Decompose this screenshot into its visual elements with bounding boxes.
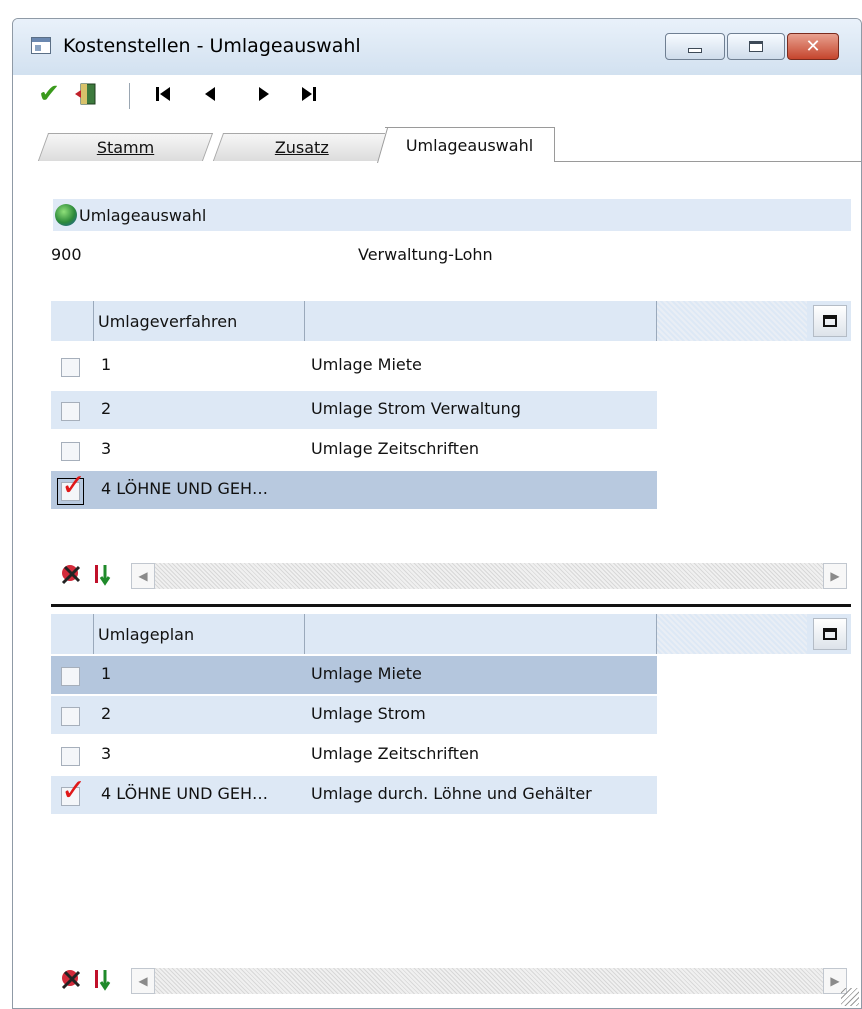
scroll-right-button[interactable]: ▶ bbox=[823, 563, 847, 589]
row-number: 4 LÖHNE UND GEH… bbox=[101, 479, 269, 498]
table-row[interactable]: 3 Umlage Zeitschriften bbox=[51, 431, 657, 469]
column-header-name[interactable] bbox=[305, 301, 657, 341]
checkmark-icon[interactable]: ✔ bbox=[35, 79, 63, 109]
tab-strip: Stamm Zusatz Umlageauswahl bbox=[13, 127, 861, 162]
tab-baseline bbox=[555, 161, 861, 162]
row-number: 2 bbox=[101, 704, 112, 723]
section-header: Umlageauswahl bbox=[53, 199, 851, 231]
tab-umlageauswahl[interactable]: Umlageauswahl bbox=[385, 127, 555, 162]
table-row-selected[interactable]: ✓ 4 LÖHNE UND GEH… bbox=[51, 471, 657, 509]
row-number: 4 LÖHNE UND GEH… bbox=[101, 784, 269, 803]
horizontal-scrollbar-track[interactable] bbox=[155, 968, 823, 994]
globe-info-icon bbox=[55, 204, 77, 226]
last-record-icon[interactable] bbox=[293, 79, 323, 109]
grid-footer-bar: ◀ ▶ bbox=[51, 561, 851, 591]
row-checkbox[interactable] bbox=[61, 667, 80, 686]
row-checkbox[interactable]: ✓ bbox=[61, 776, 86, 806]
cost-center-name: Verwaltung-Lohn bbox=[358, 245, 493, 264]
table-row[interactable]: 1 Umlage Miete bbox=[51, 347, 657, 385]
table-row[interactable]: 3 Umlage Zeitschriften bbox=[51, 736, 657, 774]
toolbar: ✔ bbox=[13, 75, 861, 115]
close-button[interactable]: ✕ bbox=[787, 33, 839, 60]
horizontal-scrollbar-track[interactable] bbox=[155, 563, 823, 589]
column-chooser-button[interactable] bbox=[813, 618, 847, 650]
minimize-icon bbox=[688, 48, 702, 53]
maximize-button[interactable] bbox=[727, 33, 785, 60]
window-icon bbox=[823, 628, 837, 640]
red-check-icon: ✓ bbox=[61, 773, 87, 808]
panel-splitter[interactable] bbox=[51, 604, 851, 607]
row-number: 3 bbox=[101, 439, 112, 458]
row-number: 1 bbox=[101, 355, 112, 374]
row-name: Umlage Miete bbox=[311, 355, 422, 374]
sort-icon[interactable] bbox=[91, 563, 125, 589]
header-fill bbox=[657, 301, 807, 341]
umlageplan-grid: Umlageplan 1 Umlage Miete 2 Umlage Strom… bbox=[51, 614, 851, 1006]
window-title: Kostenstellen - Umlageauswahl bbox=[63, 35, 361, 57]
filter-delete-icon[interactable] bbox=[59, 563, 89, 589]
row-name: Umlage Zeitschriften bbox=[311, 439, 480, 458]
scroll-left-button[interactable]: ◀ bbox=[131, 968, 155, 994]
grid-footer-bar: ◀ ▶ bbox=[51, 966, 851, 996]
maximize-icon bbox=[749, 41, 763, 52]
minimize-button[interactable] bbox=[665, 33, 725, 60]
exit-door-icon[interactable] bbox=[69, 79, 103, 109]
row-checkbox[interactable] bbox=[61, 707, 80, 726]
cost-center-number: 900 bbox=[51, 245, 82, 264]
window-icon bbox=[823, 315, 837, 327]
row-name: Umlage Miete bbox=[311, 664, 422, 683]
tab-stamm[interactable]: Stamm bbox=[37, 133, 214, 161]
row-checkbox[interactable] bbox=[61, 402, 80, 421]
row-checkbox[interactable]: ✓ bbox=[57, 471, 86, 505]
sort-icon[interactable] bbox=[91, 968, 125, 994]
column-header-name[interactable] bbox=[305, 614, 657, 654]
row-number: 3 bbox=[101, 744, 112, 763]
tab-zusatz-label: Zusatz bbox=[274, 138, 329, 157]
grid-header: Umlageverfahren bbox=[51, 301, 851, 341]
row-name: Umlage Zeitschriften bbox=[311, 744, 480, 763]
row-name: Umlage Strom Verwaltung bbox=[311, 399, 521, 418]
next-record-icon[interactable] bbox=[251, 79, 277, 109]
section-label: Umlageauswahl bbox=[79, 205, 207, 225]
row-number: 2 bbox=[101, 399, 112, 418]
row-checkbox[interactable] bbox=[61, 747, 80, 766]
grid-body: 1 Umlage Miete 2 Umlage Strom 3 Umlage Z… bbox=[51, 654, 851, 1006]
column-header-umlageplan[interactable]: Umlageplan bbox=[93, 614, 305, 654]
scroll-left-button[interactable]: ◀ bbox=[131, 563, 155, 589]
window: Kostenstellen - Umlageauswahl ✕ ✔ Stamm bbox=[12, 18, 862, 1009]
tab-stamm-label: Stamm bbox=[96, 138, 155, 157]
row-number: 1 bbox=[101, 664, 112, 683]
close-icon: ✕ bbox=[805, 35, 821, 57]
table-row[interactable]: ✓ 4 LÖHNE UND GEH… Umlage durch. Löhne u… bbox=[51, 776, 657, 814]
resize-grip-icon[interactable] bbox=[841, 988, 859, 1006]
first-record-icon[interactable] bbox=[149, 79, 179, 109]
previous-record-icon[interactable] bbox=[197, 79, 223, 109]
table-row-selected[interactable]: 1 Umlage Miete bbox=[51, 656, 657, 694]
column-chooser-button[interactable] bbox=[813, 305, 847, 337]
row-name: Umlage Strom bbox=[311, 704, 426, 723]
row-checkbox[interactable] bbox=[61, 358, 80, 377]
toolbar-separator bbox=[129, 83, 130, 109]
tab-zusatz[interactable]: Zusatz bbox=[212, 133, 392, 161]
grid-header: Umlageplan bbox=[51, 614, 851, 654]
umlageverfahren-grid: Umlageverfahren 1 Umlage Miete 2 Umlage … bbox=[51, 301, 851, 601]
app-icon bbox=[31, 37, 51, 54]
filter-delete-icon[interactable] bbox=[59, 968, 89, 994]
table-row[interactable]: 2 Umlage Strom bbox=[51, 696, 657, 734]
column-header-umlageverfahren[interactable]: Umlageverfahren bbox=[93, 301, 305, 341]
header-fill bbox=[657, 614, 807, 654]
red-check-icon: ✓ bbox=[61, 468, 87, 503]
title-bar[interactable]: Kostenstellen - Umlageauswahl ✕ bbox=[13, 19, 861, 75]
table-row[interactable]: 2 Umlage Strom Verwaltung bbox=[51, 391, 657, 429]
row-checkbox[interactable] bbox=[61, 442, 80, 461]
row-name: Umlage durch. Löhne und Gehälter bbox=[311, 784, 592, 803]
